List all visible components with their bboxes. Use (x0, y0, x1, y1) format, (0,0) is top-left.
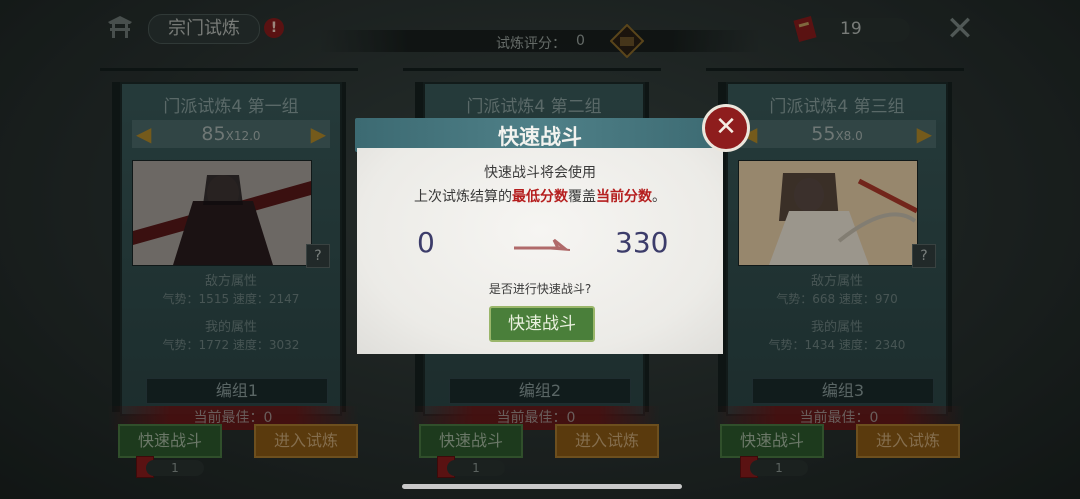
confirm-question: 是否进行快速战斗? (488, 282, 592, 296)
new-score-value: 330 (615, 226, 669, 259)
current-score-value: 0 (417, 226, 435, 259)
home-indicator[interactable] (402, 484, 682, 489)
quick-battle-dialog: 快速战斗 快速战斗将会使用 上次试炼结算的最低分数覆盖当前分数。 0 330 是… (355, 118, 725, 356)
dialog-message-line-2: 上次试炼结算的最低分数覆盖当前分数。 (414, 189, 666, 205)
confirm-quick-battle-button[interactable]: 快速战斗 (489, 306, 595, 342)
dialog-title: 快速战斗 (498, 125, 582, 149)
lowest-score-highlight: 最低分数 (512, 189, 568, 205)
current-score-highlight: 当前分数 (596, 189, 652, 205)
dialog-close-icon[interactable]: ✕ (702, 104, 750, 152)
dialog-header: 快速战斗 (355, 118, 725, 152)
arrow-right-icon (514, 238, 570, 251)
dialog-body: 快速战斗将会使用 上次试炼结算的最低分数覆盖当前分数。 0 330 是否进行快速… (357, 148, 723, 354)
dialog-message-line-1: 快速战斗将会使用 (484, 165, 596, 181)
